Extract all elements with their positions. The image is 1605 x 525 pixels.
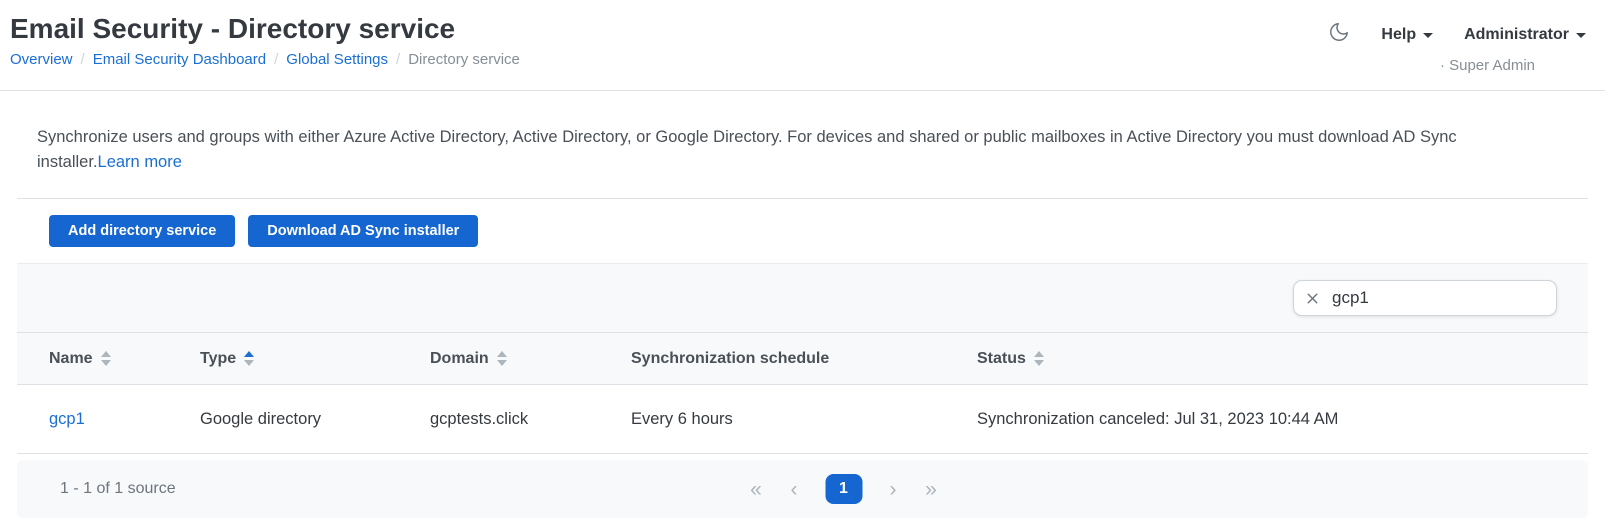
table-footer: 1 - 1 of 1 source « ‹ 1 › » [17, 460, 1588, 518]
first-page-button[interactable]: « [749, 479, 763, 500]
dark-mode-toggle[interactable] [1328, 21, 1350, 48]
previous-page-button[interactable]: ‹ [787, 479, 801, 500]
row-type: Google directory [200, 410, 430, 429]
topbar-actions: Help Administrator [1328, 21, 1586, 48]
learn-more-link[interactable]: Learn more [98, 153, 182, 171]
search-input[interactable] [1332, 288, 1553, 308]
help-menu[interactable]: Help [1381, 26, 1433, 44]
directory-service-table: Name Type Domain Synchronization schedul… [17, 263, 1588, 518]
user-menu[interactable]: Administrator [1464, 26, 1586, 44]
user-menu-label: Administrator [1464, 26, 1569, 44]
breadcrumb: Overview / Email Security Dashboard / Gl… [10, 51, 1605, 68]
add-directory-service-button[interactable]: Add directory service [49, 215, 235, 247]
table-header-row: Name Type Domain Synchronization schedul… [17, 333, 1588, 385]
sort-icon [1034, 351, 1044, 366]
breadcrumb-separator: / [81, 51, 85, 68]
pagination: « ‹ 1 › » [749, 474, 938, 504]
moon-icon [1328, 21, 1350, 48]
clear-search-icon[interactable] [1304, 290, 1321, 307]
row-name-link[interactable]: gcp1 [49, 410, 85, 428]
last-page-button[interactable]: » [924, 479, 938, 500]
breadcrumb-overview[interactable]: Overview [10, 51, 73, 68]
breadcrumb-email-security-dashboard[interactable]: Email Security Dashboard [93, 51, 266, 68]
column-header-domain[interactable]: Domain [430, 350, 631, 368]
column-header-name[interactable]: Name [49, 350, 200, 368]
column-header-type[interactable]: Type [200, 350, 430, 368]
toolbar: Add directory service Download AD Sync i… [0, 199, 1605, 247]
description-text: Synchronize users and groups with either… [37, 128, 1457, 171]
current-page-button[interactable]: 1 [825, 474, 862, 504]
chevron-down-icon [1423, 33, 1433, 38]
search-box[interactable] [1293, 280, 1557, 316]
breadcrumb-global-settings[interactable]: Global Settings [286, 51, 388, 68]
row-status: Synchronization canceled: Jul 31, 2023 1… [977, 410, 1588, 429]
help-menu-label: Help [1381, 26, 1416, 44]
result-count: 1 - 1 of 1 source [60, 480, 176, 498]
sort-icon [497, 351, 507, 366]
page-header: Email Security - Directory service Overv… [0, 0, 1605, 91]
next-page-button[interactable]: › [886, 479, 900, 500]
download-ad-sync-installer-button[interactable]: Download AD Sync installer [248, 215, 478, 247]
breadcrumb-separator: / [274, 51, 278, 68]
table-row[interactable]: gcp1 Google directory gcptests.click Eve… [17, 385, 1588, 454]
breadcrumb-separator: / [396, 51, 400, 68]
row-schedule: Every 6 hours [631, 410, 977, 429]
column-header-status[interactable]: Status [977, 350, 1588, 368]
sort-icon [101, 351, 111, 366]
breadcrumb-current: Directory service [408, 51, 520, 68]
table-search-row [17, 263, 1588, 333]
chevron-down-icon [1576, 33, 1586, 38]
sort-icon-ascending [244, 351, 254, 366]
column-header-synchronization-schedule: Synchronization schedule [631, 350, 977, 368]
row-domain: gcptests.click [430, 410, 631, 429]
page-description: Synchronize users and groups with either… [0, 91, 1480, 175]
user-role-label: · Super Admin [1440, 57, 1535, 74]
